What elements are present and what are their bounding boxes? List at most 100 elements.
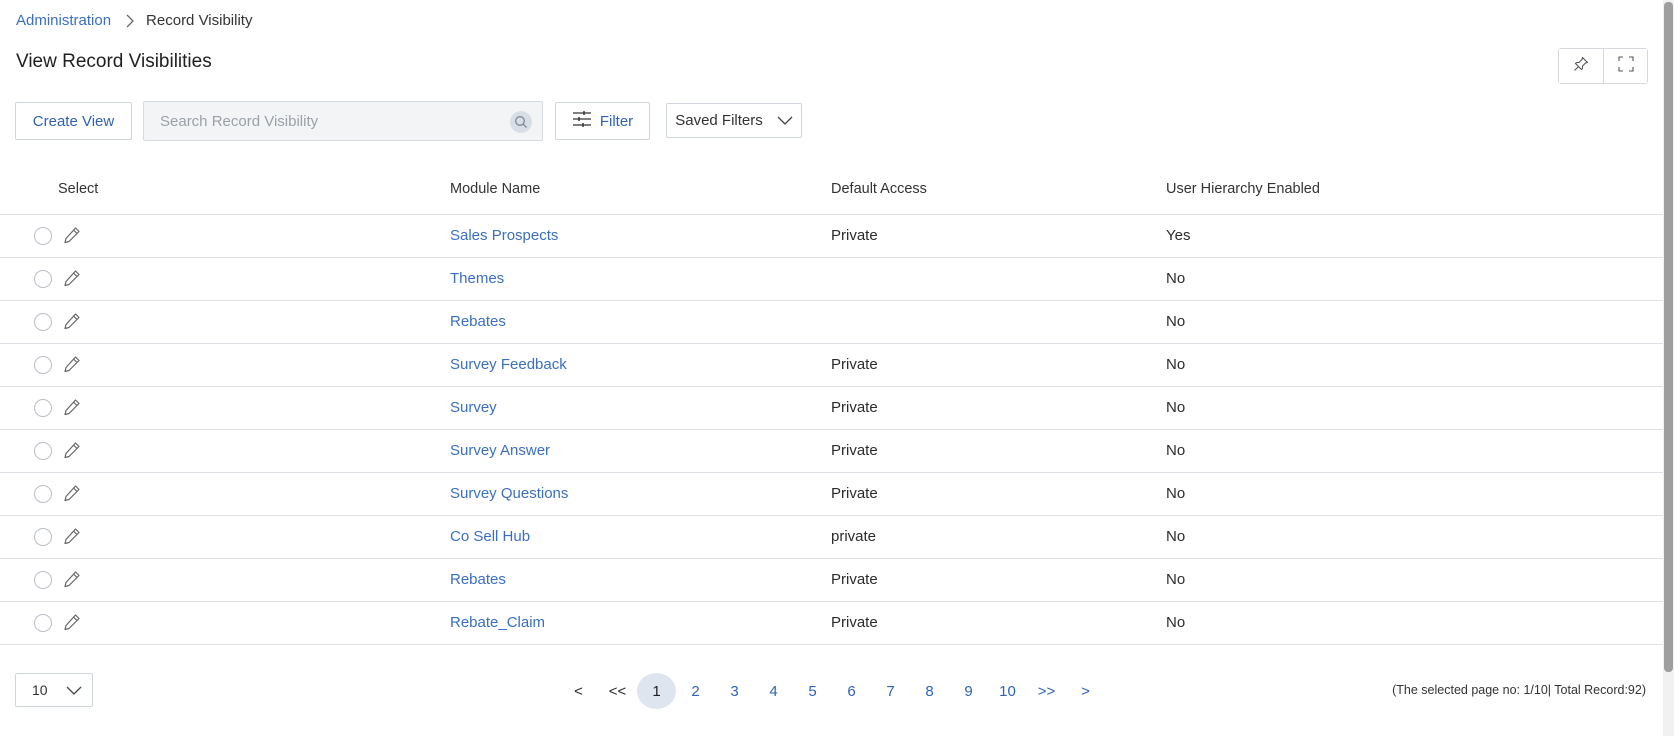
pencil-icon[interactable] xyxy=(63,398,81,416)
table-row: Rebate_Claim Private No xyxy=(0,602,1663,645)
row-select-radio[interactable] xyxy=(34,485,52,503)
pencil-icon[interactable] xyxy=(63,613,81,631)
user-hierarchy-cell: No xyxy=(1166,571,1186,588)
page-title: View Record Visibilities xyxy=(16,51,212,72)
filter-button[interactable]: Filter xyxy=(555,102,650,140)
table-header: Select Module Name Default Access User H… xyxy=(0,166,1663,215)
pencil-icon[interactable] xyxy=(63,226,81,244)
pagination: < << 1 2 3 4 5 6 7 8 9 10 >> > xyxy=(559,673,1105,709)
fullscreen-button[interactable] xyxy=(1603,49,1647,83)
saved-filters-dropdown[interactable]: Saved Filters xyxy=(666,103,802,138)
page-size-value: 10 xyxy=(32,682,48,698)
table-row: Themes No xyxy=(0,258,1663,301)
pencil-icon[interactable] xyxy=(63,484,81,502)
module-name-link[interactable]: Rebates xyxy=(450,313,506,330)
header-user-hierarchy: User Hierarchy Enabled xyxy=(1166,181,1320,197)
user-hierarchy-cell: No xyxy=(1166,399,1186,416)
page-number-button[interactable]: 8 xyxy=(910,673,949,709)
page-size-select[interactable]: 10 xyxy=(15,673,93,707)
module-name-link[interactable]: Rebates xyxy=(450,571,506,588)
scrollbar-thumb[interactable] xyxy=(1664,2,1673,672)
row-select-radio[interactable] xyxy=(34,614,52,632)
vertical-scrollbar[interactable] xyxy=(1663,0,1674,736)
header-default-access: Default Access xyxy=(831,181,927,197)
row-select-radio[interactable] xyxy=(34,571,52,589)
pencil-icon[interactable] xyxy=(63,355,81,373)
row-select-radio[interactable] xyxy=(34,313,52,331)
chevron-down-icon xyxy=(777,112,793,129)
user-hierarchy-cell: No xyxy=(1166,442,1186,459)
table-row: Survey Feedback Private No xyxy=(0,344,1663,387)
user-hierarchy-cell: Yes xyxy=(1166,227,1191,244)
top-actions xyxy=(1558,48,1648,84)
page-number-button[interactable]: 10 xyxy=(988,673,1027,709)
default-access-cell: Private xyxy=(831,614,878,631)
module-name-link[interactable]: Survey xyxy=(450,399,497,416)
create-view-button[interactable]: Create View xyxy=(15,102,132,140)
last-page-button[interactable]: >> xyxy=(1027,673,1066,709)
page-number-button[interactable]: 6 xyxy=(832,673,871,709)
saved-filters-label: Saved Filters xyxy=(675,112,763,129)
row-select-radio[interactable] xyxy=(34,528,52,546)
next-page-button[interactable]: > xyxy=(1066,673,1105,709)
default-access-cell: Private xyxy=(831,571,878,588)
user-hierarchy-cell: No xyxy=(1166,485,1186,502)
page-number-button[interactable]: 7 xyxy=(871,673,910,709)
module-name-link[interactable]: Survey Answer xyxy=(450,442,550,459)
table-row: Co Sell Hub private No xyxy=(0,516,1663,559)
default-access-cell: Private xyxy=(831,227,878,244)
page-number-button[interactable]: 9 xyxy=(949,673,988,709)
chevron-right-icon xyxy=(126,14,134,28)
module-name-link[interactable]: Co Sell Hub xyxy=(450,528,530,545)
row-select-radio[interactable] xyxy=(34,399,52,417)
table-row: Sales Prospects Private Yes xyxy=(0,215,1663,258)
filter-label: Filter xyxy=(599,112,634,130)
default-access-cell: Private xyxy=(831,485,878,502)
pin-icon xyxy=(1573,56,1589,77)
user-hierarchy-cell: No xyxy=(1166,270,1186,287)
search-input[interactable] xyxy=(144,102,542,140)
pencil-icon[interactable] xyxy=(63,570,81,588)
page-number-button[interactable]: 4 xyxy=(754,673,793,709)
default-access-cell: Private xyxy=(831,399,878,416)
header-select: Select xyxy=(58,181,99,197)
search-box xyxy=(143,101,543,141)
pencil-icon[interactable] xyxy=(63,441,81,459)
pencil-icon[interactable] xyxy=(63,527,81,545)
page-info: (The selected page no: 1/10| Total Recor… xyxy=(1392,683,1646,697)
search-icon[interactable] xyxy=(510,111,532,133)
page-number-button[interactable]: 2 xyxy=(676,673,715,709)
breadcrumb-administration-link[interactable]: Administration xyxy=(16,12,111,29)
table-row: Survey Questions Private No xyxy=(0,473,1663,516)
first-page-button[interactable]: << xyxy=(598,673,637,709)
module-name-link[interactable]: Survey Feedback xyxy=(450,356,567,373)
row-select-radio[interactable] xyxy=(34,442,52,460)
row-select-radio[interactable] xyxy=(34,227,52,245)
record-visibility-page: Administration Record Visibility View Re… xyxy=(0,0,1674,736)
user-hierarchy-cell: No xyxy=(1166,356,1186,373)
pencil-icon[interactable] xyxy=(63,269,81,287)
table-row: Rebates No xyxy=(0,301,1663,344)
expand-icon xyxy=(1617,55,1634,77)
breadcrumb-current: Record Visibility xyxy=(146,12,253,29)
chevron-down-icon xyxy=(66,682,82,698)
default-access-cell: Private xyxy=(831,356,878,373)
sliders-icon xyxy=(572,110,592,132)
pencil-icon[interactable] xyxy=(63,312,81,330)
table-row: Survey Answer Private No xyxy=(0,430,1663,473)
module-name-link[interactable]: Sales Prospects xyxy=(450,227,558,244)
row-select-radio[interactable] xyxy=(34,270,52,288)
record-visibility-table: Select Module Name Default Access User H… xyxy=(0,166,1663,645)
module-name-link[interactable]: Themes xyxy=(450,270,504,287)
default-access-cell: Private xyxy=(831,442,878,459)
module-name-link[interactable]: Rebate_Claim xyxy=(450,614,545,631)
prev-page-button[interactable]: < xyxy=(559,673,598,709)
row-select-radio[interactable] xyxy=(34,356,52,374)
pin-button[interactable] xyxy=(1559,49,1603,83)
page-number-button[interactable]: 1 xyxy=(637,673,676,709)
table-body: Sales Prospects Private Yes Themes No Rebates… xyxy=(0,215,1663,645)
page-number-button[interactable]: 3 xyxy=(715,673,754,709)
page-number-button[interactable]: 5 xyxy=(793,673,832,709)
user-hierarchy-cell: No xyxy=(1166,528,1186,545)
module-name-link[interactable]: Survey Questions xyxy=(450,485,568,502)
